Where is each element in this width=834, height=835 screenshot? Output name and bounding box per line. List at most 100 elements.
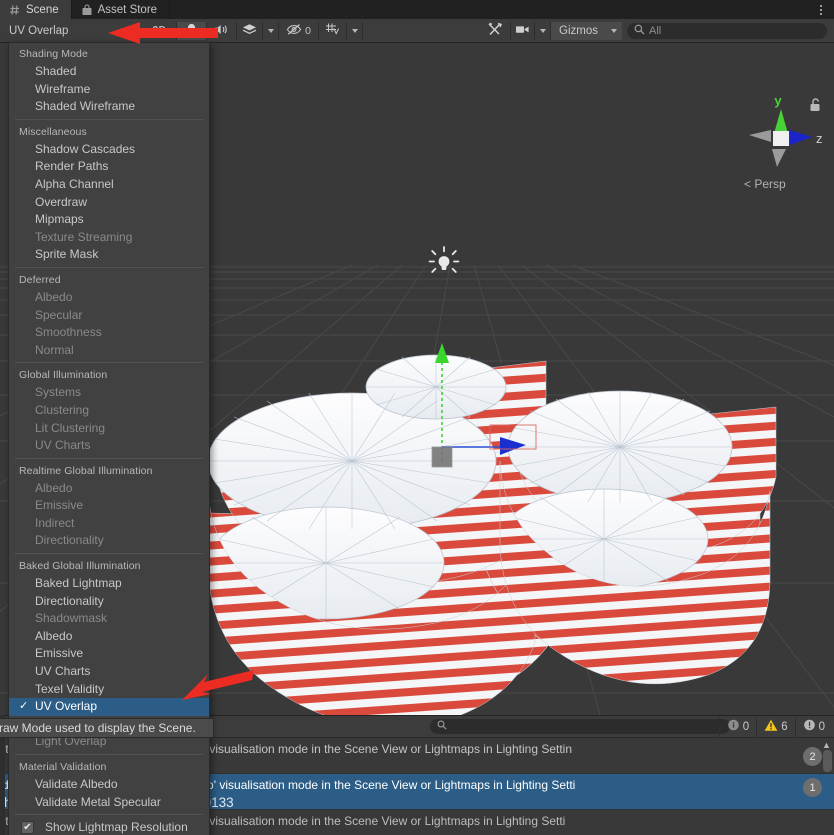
chevron-down-icon [611, 28, 617, 33]
menu-item-alpha-channel[interactable]: Alpha Channel [9, 176, 209, 194]
lightbulb-icon [185, 22, 198, 39]
menu-item-rtgi-indirect: Indirect [35, 515, 75, 530]
scene-visibility-button[interactable]: 0 [279, 21, 319, 40]
menu-item-baked-emissive[interactable]: Emissive [9, 645, 209, 663]
menu-item-rtgi-emissive: Emissive [35, 498, 84, 513]
menu-item-wireframe[interactable]: Wireframe [9, 81, 209, 99]
menu-item-render-paths[interactable]: Render Paths [9, 158, 209, 176]
menu-header-miscellaneous: Miscellaneous [19, 125, 87, 138]
menu-item-texture-streaming: Texture Streaming [35, 229, 133, 244]
menu-item-shadowmask: Shadowmask [35, 611, 108, 626]
menu-item-deferred-specular: Specular [35, 307, 83, 322]
menu-separator [15, 362, 203, 364]
menu-item-shaded[interactable]: Shaded [9, 63, 209, 81]
store-icon [81, 3, 93, 16]
tab-scene[interactable]: Scene [0, 0, 72, 19]
menu-header-realtime-gi: Realtime Global Illumination [19, 464, 153, 477]
grid-snap-dropdown-button[interactable] [347, 21, 363, 40]
directional-light-icon[interactable] [428, 245, 460, 282]
menu-item-baked-albedo[interactable]: Albedo [9, 628, 209, 646]
console-info-counter[interactable]: 0 [718, 716, 756, 737]
console-info-count: 0 [742, 720, 750, 733]
perspective-label[interactable]: < Persp [744, 177, 786, 191]
toggle-audio-button[interactable] [207, 21, 237, 40]
tab-scene-label: Scene [26, 3, 59, 16]
console-error-count: 0 [818, 720, 825, 733]
scene-search-input[interactable]: All [627, 22, 827, 39]
gizmos-dropdown-button[interactable] [606, 21, 622, 40]
speaker-icon [214, 23, 229, 39]
toggle-2d-button[interactable]: 2D [143, 21, 177, 40]
menu-separator [15, 118, 203, 120]
menu-item-deferred-smoothness: Smoothness [35, 325, 102, 340]
menu-item-rtgi-albedo: Albedo [35, 480, 73, 495]
menu-separator [15, 754, 203, 755]
menu-header-shading-mode: Shading Mode [19, 48, 88, 60]
more-options-icon[interactable] [814, 0, 828, 19]
camera-dropdown-button[interactable] [535, 21, 552, 40]
scene-toolbar: UV Overlap 2D 0 Gizmos All [0, 19, 834, 43]
draw-mode-menu[interactable]: Shading Mode Shaded Wireframe Shaded Wir… [8, 42, 210, 835]
console-warning-count: 6 [781, 720, 788, 733]
menu-item-overdraw[interactable]: Overdraw [9, 194, 209, 212]
chevron-down-icon [267, 28, 274, 33]
svg-text:z: z [816, 131, 823, 146]
menu-item-baked-uv-charts[interactable]: UV Charts [9, 663, 209, 681]
menu-item-shadow-cascades[interactable]: Shadow Cascades [9, 141, 209, 159]
menu-header-baked-gi: Baked Global Illumination [19, 560, 141, 573]
menu-separator [15, 814, 203, 816]
gizmos-button[interactable]: Gizmos [551, 21, 606, 40]
menu-checkbox-show-lightmap-resolution[interactable]: ✔ Show Lightmap Resolution [9, 818, 209, 835]
console-log-badge: 1 [803, 778, 822, 797]
scene-visibility-count: 0 [305, 24, 311, 37]
menu-item-baked-lightmap[interactable]: Baked Lightmap [9, 575, 209, 593]
checkbox-icon: ✔ [21, 821, 34, 835]
tab-asset-store[interactable]: Asset Store [72, 0, 171, 19]
menu-item-validate-albedo[interactable]: Validate Albedo [9, 776, 209, 794]
effects-icon [242, 23, 257, 39]
camera-settings-button[interactable] [511, 21, 536, 40]
toggle-lighting-button[interactable] [177, 21, 207, 40]
menu-item-texel-validity[interactable]: Texel Validity [9, 681, 209, 699]
error-icon [803, 719, 816, 735]
menu-item-gi-clustering: Clustering [35, 402, 90, 417]
menu-item-sprite-mask[interactable]: Sprite Mask [9, 246, 209, 264]
menu-item-gi-lit-clustering: Lit Clustering [35, 420, 106, 435]
chevron-down-icon [351, 28, 358, 33]
tools-icon [487, 22, 503, 40]
console-error-counter[interactable]: 0 [794, 716, 832, 737]
menu-item-mipmaps[interactable]: Mipmaps [9, 211, 209, 229]
menu-item-gi-uv-charts: UV Charts [35, 438, 91, 453]
scene-tools-button[interactable] [479, 21, 512, 40]
grid-snap-icon [325, 22, 340, 39]
scroll-up-icon[interactable]: ▲ [821, 740, 832, 750]
draw-mode-dropdown[interactable]: UV Overlap [3, 21, 143, 40]
menu-item-shaded-wireframe[interactable]: Shaded Wireframe [9, 98, 209, 116]
chevron-down-icon [131, 28, 137, 33]
lock-open-icon[interactable] [808, 97, 822, 118]
search-icon [634, 24, 645, 38]
unity-editor-window: Scene Asset Store UV Overlap 2D 0 Gizmos… [0, 0, 834, 835]
console-counters: 0 6 0 [718, 716, 832, 737]
console-scrollbar[interactable] [823, 750, 832, 772]
toggle-2d-label: 2D [152, 25, 167, 36]
menu-item-baked-directionality[interactable]: Directionality [9, 593, 209, 611]
menu-item-validate-metal-specular[interactable]: Validate Metal Specular [9, 794, 209, 812]
checkmark-icon: ✓ [19, 700, 29, 713]
menu-header-global-illumination: Global Illumination [19, 369, 108, 382]
eye-off-icon [286, 23, 302, 39]
console-warning-counter[interactable]: 6 [756, 716, 794, 737]
toggle-effects-button[interactable] [237, 21, 263, 40]
chevron-down-icon [539, 28, 546, 33]
hash-icon [9, 4, 21, 16]
tab-asset-store-label: Asset Store [97, 3, 158, 16]
svg-text:y: y [774, 93, 782, 108]
console-search-input[interactable] [430, 719, 730, 734]
menu-item-deferred-normal: Normal [35, 342, 74, 357]
gizmos-label: Gizmos [559, 24, 598, 37]
grid-snap-button[interactable] [319, 21, 347, 40]
menu-item-rtgi-directionality: Directionality [35, 533, 104, 548]
effects-dropdown-button[interactable] [263, 21, 279, 40]
menu-header-material-validation: Material Validation [19, 761, 107, 773]
menu-item-uv-overlap[interactable]: ✓ UV Overlap [9, 698, 209, 716]
